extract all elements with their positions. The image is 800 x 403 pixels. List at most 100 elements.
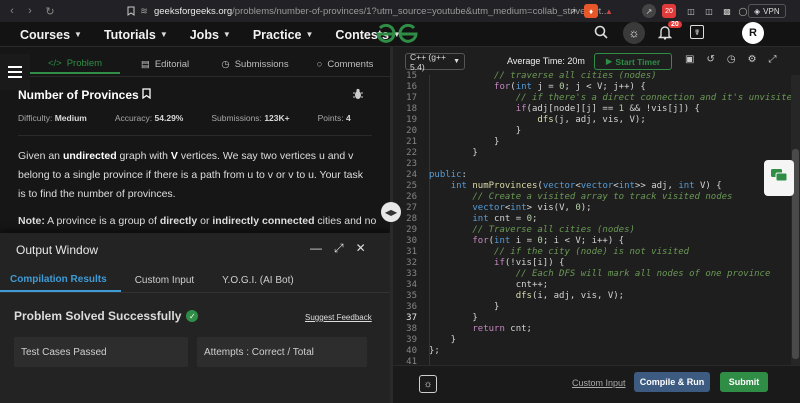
- tab-custom-input[interactable]: Custom Input: [121, 269, 208, 292]
- note-text: A province is a group of: [44, 215, 160, 227]
- back-icon[interactable]: ‹: [4, 5, 20, 17]
- code-line[interactable]: 16 for(int j = 0; j < V; j++) {: [393, 82, 791, 93]
- code-line[interactable]: 31 // if the city (node) is not visited: [393, 247, 791, 258]
- close-icon[interactable]: ✕: [356, 241, 366, 256]
- fullscreen-icon[interactable]: ⤢: [769, 54, 777, 65]
- status-message: Problem Solved Successfully ✓: [14, 309, 199, 323]
- tab-problem[interactable]: </> Problem: [30, 54, 120, 74]
- search-icon[interactable]: [594, 25, 608, 44]
- translate-icon[interactable]: ☤: [690, 25, 704, 39]
- vpn-button[interactable]: ◈ VPN: [748, 4, 786, 18]
- code-line[interactable]: 22 }: [393, 148, 791, 159]
- custom-input-link[interactable]: Custom Input: [572, 378, 626, 388]
- menu-tutorials[interactable]: Tutorials ▼: [104, 28, 168, 42]
- compile-run-button[interactable]: Compile & Run: [634, 372, 710, 392]
- code-line[interactable]: 27 vector<int> vis(V, 0);: [393, 203, 791, 214]
- report-bug-icon[interactable]: [352, 88, 364, 103]
- notification-badge: 20: [668, 21, 682, 28]
- bell-icon[interactable]: [657, 25, 673, 45]
- bookmark-icon[interactable]: [124, 4, 138, 18]
- line-number: 36: [406, 302, 417, 312]
- code-area[interactable]: 15 // traverse all cities (nodes) 16 for(…: [393, 71, 797, 367]
- submissions-label: Submissions:: [211, 113, 262, 123]
- avatar[interactable]: R: [742, 22, 764, 44]
- sidebar-icon[interactable]: ◫: [702, 4, 716, 18]
- editor-footer: ☼ Custom Input Compile & Run Submit: [393, 365, 800, 403]
- code-line[interactable]: 34 cnt++;: [393, 280, 791, 291]
- brave-shield-icon[interactable]: ♦: [584, 4, 598, 18]
- tab-compilation-results[interactable]: Compilation Results: [0, 269, 121, 292]
- lock-icon[interactable]: ▣: [685, 54, 694, 65]
- code-line[interactable]: 30 for(int i = 0; i < V; i++) {: [393, 236, 791, 247]
- code-line[interactable]: 35 dfs(i, adj, vis, V);: [393, 291, 791, 302]
- language-select[interactable]: C++ (g++ 5.4) ▼: [405, 52, 465, 72]
- code-line[interactable]: 21 }: [393, 137, 791, 148]
- line-number: 25: [406, 181, 417, 191]
- code-line[interactable]: 17 // if there's a direct connection and…: [393, 93, 797, 104]
- code-line[interactable]: 33 // Each DFS will mark all nodes of on…: [393, 269, 791, 280]
- reload-icon[interactable]: ↻: [42, 5, 58, 18]
- tab-editorial[interactable]: ▤ Editorial: [120, 54, 210, 74]
- minimize-icon[interactable]: —: [310, 241, 322, 256]
- code-line[interactable]: 37 }: [393, 313, 791, 324]
- code-line[interactable]: 19 dfs(j, adj, vis, V);: [393, 115, 791, 126]
- code-text: cnt++;: [429, 280, 549, 290]
- code-line[interactable]: 40};: [393, 346, 791, 357]
- note-bold: directly: [159, 215, 198, 227]
- menu-courses[interactable]: Courses ▼: [20, 28, 82, 42]
- forward-icon[interactable]: ›: [22, 5, 38, 17]
- code-text: // Each DFS will mark all nodes of one p…: [515, 269, 771, 279]
- timer-label: Start Timer: [615, 56, 661, 67]
- lightbulb-icon[interactable]: ☼: [419, 375, 437, 393]
- reset-icon[interactable]: ↺: [706, 54, 714, 65]
- expand-icon[interactable]: ⤢: [334, 241, 344, 256]
- start-timer-button[interactable]: ▶ Start Timer: [594, 53, 672, 70]
- submit-button[interactable]: Submit: [720, 372, 768, 392]
- editor-actions: ▣ ↺ ◷ ⚙ ⤢: [685, 54, 777, 65]
- chevron-down-icon: ▼: [305, 30, 314, 39]
- code-line[interactable]: 32 if(!vis[i]) {: [393, 258, 791, 269]
- tab-yogi-ai-bot[interactable]: Y.O.G.I. (AI Bot): [208, 269, 308, 292]
- menu-jobs[interactable]: Jobs ▼: [190, 28, 231, 42]
- chat-icon: [771, 168, 788, 188]
- code-line[interactable]: 29 // Traverse all cities (nodes): [393, 225, 791, 236]
- code-line[interactable]: 38 return cnt;: [393, 324, 791, 335]
- code-line[interactable]: 25 int numProvinces(vector<vector<int>> …: [393, 181, 791, 192]
- clock-icon: ◷: [221, 58, 230, 70]
- extension-icon-2[interactable]: 20: [662, 4, 676, 18]
- line-number: 30: [406, 236, 417, 246]
- code-line[interactable]: 15 // traverse all cities (nodes): [393, 71, 791, 82]
- code-line[interactable]: 18 if(adj[node][j] == 1 && !vis[j]) {: [393, 104, 791, 115]
- theme-toggle-button[interactable]: ☼: [623, 22, 645, 44]
- submissions-value: 123K+: [264, 113, 290, 123]
- hamburger-menu-button[interactable]: [0, 54, 30, 90]
- bookmark-icon[interactable]: [142, 88, 151, 102]
- settings-icon[interactable]: ⚙: [748, 54, 757, 65]
- line-number: 18: [406, 104, 417, 114]
- main-menu: Courses ▼ Tutorials ▼ Jobs ▼ Practice ▼ Cont…: [20, 22, 401, 47]
- code-line[interactable]: 28 int cnt = 0;: [393, 214, 791, 225]
- code-icon: </>: [47, 57, 62, 69]
- tab-comments[interactable]: ○ Comments: [300, 54, 390, 74]
- gfg-logo-icon[interactable]: [374, 22, 420, 47]
- share-icon[interactable]: ↗: [566, 4, 580, 18]
- editor-scrollbar[interactable]: [791, 75, 800, 365]
- wallet-icon[interactable]: ▩: [720, 4, 734, 18]
- chat-button[interactable]: [764, 160, 794, 196]
- code-line[interactable]: 23: [393, 159, 791, 170]
- site-settings-icon[interactable]: ≋: [140, 6, 148, 17]
- code-line[interactable]: 36 }: [393, 302, 791, 313]
- extension-icon-1[interactable]: ↗: [642, 4, 656, 18]
- tab-submissions[interactable]: ◷ Submissions: [210, 54, 300, 74]
- code-line[interactable]: 39 }: [393, 335, 791, 346]
- menu-practice[interactable]: Practice ▼: [253, 28, 314, 42]
- code-line[interactable]: 24 public:: [393, 170, 791, 181]
- suggest-feedback-link[interactable]: Suggest Feedback: [305, 313, 372, 322]
- resize-handle-icon[interactable]: ◀▶: [381, 202, 401, 222]
- address-bar[interactable]: ≋ geeksforgeeks.org /problems/number-of-…: [140, 3, 622, 19]
- brave-rewards-icon[interactable]: ▲: [602, 4, 616, 18]
- extensions-puzzle-icon[interactable]: ◫: [684, 4, 698, 18]
- code-line[interactable]: 26 // Create a visited array to track vi…: [393, 192, 791, 203]
- code-line[interactable]: 20 }: [393, 126, 791, 137]
- history-icon[interactable]: ◷: [727, 54, 736, 65]
